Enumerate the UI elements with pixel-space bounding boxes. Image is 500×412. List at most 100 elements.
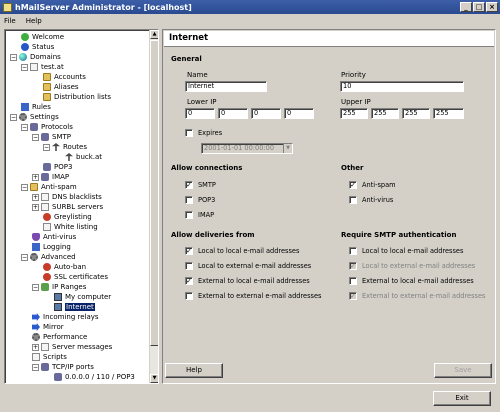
collapse-icon[interactable]: − (10, 53, 17, 61)
imap-checkbox[interactable]: IMAP (185, 211, 214, 219)
deliver-local-to-external-checkbox[interactable]: Local to external e-mail addresses (185, 262, 311, 270)
scroll-down-icon[interactable]: ▼ (150, 374, 158, 383)
tree-item-rules[interactable]: Rules (21, 102, 51, 112)
lower-ip-octet-3[interactable]: 0 (251, 108, 281, 119)
antispam-checkbox[interactable]: ✓ Anti-spam (349, 181, 396, 189)
upper-ip-octet-2[interactable]: 255 (371, 108, 399, 119)
auth-local-to-external-checkbox[interactable]: ✓ Local to external e-mail addresses (349, 262, 475, 270)
tree-item-ip-ranges[interactable]: − IP Ranges (32, 282, 86, 292)
expires-datetime[interactable]: 2001-01-01 00:00:00 ▼ (201, 143, 293, 154)
tree-item-imap[interactable]: + IMAP (32, 172, 69, 182)
tree-item-test-at[interactable]: − test.at (21, 62, 64, 72)
tree-item-mirror[interactable]: Mirror (32, 322, 64, 332)
tree-scrollbar[interactable]: ▲ ▼ (149, 30, 158, 383)
collapse-icon[interactable]: − (43, 143, 50, 151)
expand-icon[interactable]: + (32, 173, 39, 181)
tree-item-anti-spam[interactable]: − Anti-spam (21, 182, 77, 192)
tree-item-logging[interactable]: Logging (32, 242, 71, 252)
tree-item-incoming-relays[interactable]: Incoming relays (32, 312, 99, 322)
lower-ip-octet-4[interactable]: 0 (284, 108, 314, 119)
collapse-icon[interactable]: − (10, 113, 17, 121)
upper-ip-label: Upper IP (341, 98, 371, 106)
minimize-button[interactable]: _ (460, 2, 472, 12)
tree-item-scripts[interactable]: Scripts (32, 352, 67, 362)
menu-file[interactable]: File (4, 17, 16, 25)
save-button[interactable]: Save (434, 363, 492, 378)
lower-ip-octet-2[interactable]: 0 (218, 108, 248, 119)
collapse-icon[interactable]: − (21, 63, 28, 71)
name-input[interactable]: Internet (185, 81, 267, 92)
tree-item-status[interactable]: Status (21, 42, 54, 52)
smtp-icon (41, 133, 49, 141)
scroll-thumb[interactable] (150, 40, 158, 346)
tree-item-white-listing[interactable]: White listing (43, 222, 98, 232)
tree-item-dns-blacklists[interactable]: + DNS blacklists (32, 192, 102, 202)
list-icon (41, 203, 49, 211)
priority-label: Priority (341, 71, 366, 79)
auth-local-to-local-checkbox[interactable]: Local to local e-mail addresses (349, 247, 463, 255)
maximize-button[interactable]: □ (473, 2, 485, 12)
help-button[interactable]: Help (165, 363, 223, 378)
computer-icon (54, 303, 62, 311)
tree-item-performance[interactable]: Performance (32, 332, 87, 342)
deliver-local-to-local-checkbox[interactable]: ✓ Local to local e-mail addresses (185, 247, 299, 255)
tree-item-internet[interactable]: Internet (54, 302, 95, 312)
smtp-checkbox[interactable]: ✓ SMTP (185, 181, 216, 189)
shield-icon (32, 233, 40, 241)
upper-ip-octet-1[interactable]: 255 (340, 108, 368, 119)
tree-item-pop3[interactable]: POP3 (43, 162, 72, 172)
pop3-checkbox[interactable]: POP3 (185, 196, 215, 204)
messages-icon (41, 343, 49, 351)
tree-item-distribution-lists[interactable]: Distribution lists (43, 92, 111, 102)
exit-button[interactable]: Exit (433, 391, 491, 406)
computer-icon (54, 293, 62, 301)
auth-external-to-external-checkbox[interactable]: ✓ External to external e-mail addresses (349, 292, 485, 300)
expand-icon[interactable]: + (32, 193, 39, 201)
expand-icon[interactable]: + (32, 203, 39, 211)
tree-item-ssl-certificates[interactable]: SSL certificates (43, 272, 108, 282)
upper-ip-octet-3[interactable]: 255 (402, 108, 430, 119)
collapse-icon[interactable]: − (32, 283, 39, 291)
tree-item-aliases[interactable]: Aliases (43, 82, 79, 92)
tree-item-welcome[interactable]: Welcome (21, 32, 64, 42)
tree-item-buck-at[interactable]: buck.at (65, 152, 102, 162)
scroll-up-icon[interactable]: ▲ (150, 30, 158, 39)
close-button[interactable]: × (486, 2, 498, 12)
whitelist-icon (43, 223, 51, 231)
ip-ranges-icon (41, 283, 49, 291)
deliver-external-to-external-checkbox[interactable]: External to external e-mail addresses (185, 292, 321, 300)
tree-item-protocols[interactable]: − Protocols (21, 122, 73, 132)
menu-help[interactable]: Help (26, 17, 42, 25)
window-titlebar: hMailServer Administrator - [localhost] … (0, 0, 500, 14)
tree-item-auto-ban[interactable]: Auto-ban (43, 262, 86, 272)
antivirus-checkbox[interactable]: Anti-virus (349, 196, 393, 204)
tree-item-tcp-ip-ports[interactable]: − TCP/IP ports (32, 362, 94, 372)
upper-ip-octet-4[interactable]: 255 (433, 108, 464, 119)
performance-icon (32, 333, 40, 341)
collapse-icon[interactable]: − (21, 183, 28, 191)
tree-item-smtp[interactable]: − SMTP (32, 132, 71, 142)
lower-ip-octet-1[interactable]: 0 (185, 108, 215, 119)
tree-item-my-computer[interactable]: My computer (54, 292, 111, 302)
panel-title: Internet (164, 31, 494, 47)
collapse-icon[interactable]: − (21, 123, 28, 131)
priority-input[interactable]: 10 (340, 81, 464, 92)
collapse-icon[interactable]: − (32, 363, 39, 371)
tree-item-greylisting[interactable]: Greylisting (43, 212, 92, 222)
tree-item-advanced[interactable]: − Advanced (21, 252, 76, 262)
tree-item-settings[interactable]: − Settings (10, 112, 59, 122)
tree-item-anti-virus[interactable]: Anti-virus (32, 232, 76, 242)
tree-item-routes[interactable]: − Routes (43, 142, 87, 152)
expires-checkbox[interactable]: Expires (185, 129, 222, 137)
auth-external-to-local-checkbox[interactable]: External to local e-mail addresses (349, 277, 474, 285)
tree-item-surbl-servers[interactable]: + SURBL servers (32, 202, 103, 212)
tree-item-domains[interactable]: − Domains (10, 52, 61, 62)
expand-icon[interactable]: + (32, 343, 39, 351)
collapse-icon[interactable]: − (21, 253, 28, 261)
tree-item-port-pop3[interactable]: 0.0.0.0 / 110 / POP3 (54, 372, 135, 382)
deliver-external-to-local-checkbox[interactable]: ✓ External to local e-mail addresses (185, 277, 310, 285)
tree-item-accounts[interactable]: Accounts (43, 72, 86, 82)
tree-item-server-messages[interactable]: + Server messages (32, 342, 112, 352)
collapse-icon[interactable]: − (32, 133, 39, 141)
navigation-tree[interactable]: Welcome Status − Domains − test.at Account… (4, 29, 159, 384)
